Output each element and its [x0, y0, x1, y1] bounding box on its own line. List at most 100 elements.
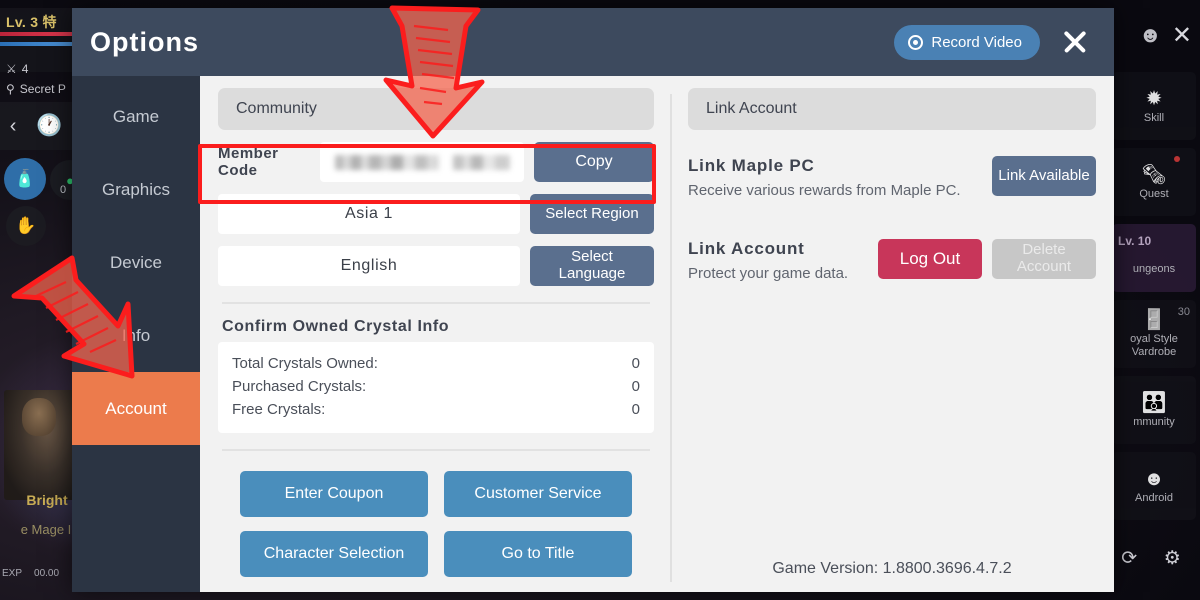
character-head	[22, 398, 56, 436]
record-video-label: Record Video	[931, 33, 1022, 51]
sidebar-item-label: Device	[110, 252, 162, 272]
rotate-icon[interactable]: ⟳	[1121, 547, 1137, 570]
back-chevron-icon[interactable]: ‹	[10, 115, 17, 138]
link-maple-pc-title: Link Maple PC	[688, 156, 815, 175]
hp-bar	[0, 32, 72, 36]
link-maple-pc-row: Link Maple PC Receive various rewards fr…	[688, 156, 1096, 199]
account-actions-grid: Enter Coupon Customer Service Character …	[218, 471, 654, 577]
column-divider	[670, 94, 672, 582]
sidebar-item-label: Quest	[1139, 187, 1169, 200]
sidebar-item-device[interactable]: Device	[72, 226, 200, 299]
go-to-title-button[interactable]: Go to Title	[444, 531, 632, 577]
enter-coupon-button[interactable]: Enter Coupon	[240, 471, 428, 517]
gear-icon[interactable]: ⚙	[1164, 547, 1181, 570]
link-account-title: Link Account	[688, 239, 805, 258]
sidebar-item-android[interactable]: ☻ Android	[1112, 452, 1196, 520]
mp-bar	[0, 42, 72, 46]
link-account-actions: Log Out Delete Account	[878, 239, 1096, 279]
crystal-value: 0	[631, 378, 640, 395]
crystal-label: Purchased Crystals:	[232, 378, 367, 395]
android-icon: ☻	[1143, 467, 1165, 490]
link-account-subtitle: Protect your game data.	[688, 265, 849, 282]
link-account-section-heading: Link Account	[688, 88, 1096, 130]
wardrobe-count-badge: 30	[1177, 306, 1190, 318]
hud-nav-group[interactable]: ‹ 🕐	[0, 102, 72, 150]
crystal-info-title: Confirm Owned Crystal Info	[222, 318, 450, 335]
sidebar-item-skill[interactable]: ✹ Skill	[1112, 72, 1196, 140]
sidebar-item-royal-style-wardrobe[interactable]: 30 🚪 oyal Style Vardrobe	[1112, 300, 1196, 368]
sidebar-item-info[interactable]: Info	[72, 299, 200, 372]
log-out-button[interactable]: Log Out	[878, 239, 982, 279]
table-row: Free Crystals: 0	[232, 398, 640, 421]
language-row: English Select Language	[218, 246, 654, 286]
sidebar-item-label: Account	[105, 398, 167, 418]
crystal-value: 0	[631, 355, 640, 372]
wardrobe-icon: 🚪	[1141, 309, 1167, 332]
exp-value: 00.00	[34, 568, 60, 579]
table-row: Purchased Crystals: 0	[232, 375, 640, 398]
clock-icon[interactable]: 🕐	[36, 114, 62, 138]
sidebar-item-game[interactable]: Game	[72, 80, 200, 153]
game-version-label: Game Version: 1.8800.3696.4.7.2	[772, 560, 1012, 577]
avatar-icon[interactable]: ☻	[1139, 22, 1162, 48]
character-selection-button[interactable]: Character Selection	[240, 531, 428, 577]
resource-count: 0	[60, 184, 67, 196]
map-pin-icon: ⚲	[6, 82, 15, 96]
exp-row: EXP 00.00	[2, 568, 59, 579]
hud-top-right-group[interactable]: ☻ ✕	[1108, 6, 1200, 64]
sidebar-item-graphics[interactable]: Graphics	[72, 153, 200, 226]
stat-count: 4	[21, 62, 29, 76]
potion-icon-button[interactable]: 🧴	[4, 158, 46, 200]
close-dialog-button[interactable]	[1058, 25, 1092, 59]
sidebar-item-label: Info	[121, 325, 151, 345]
hud-bottom-icons[interactable]: ⟳ ⚙	[1108, 538, 1194, 578]
link-account-row: Link Account Protect your game data. Log…	[688, 239, 1096, 282]
crystal-value: 0	[631, 401, 640, 418]
link-maple-pc-texts: Link Maple PC Receive various rewards fr…	[688, 156, 992, 199]
sidebar-item-label: Skill	[1143, 111, 1165, 124]
delete-account-button[interactable]: Delete Account	[992, 239, 1096, 279]
community-section-heading: Community	[218, 88, 654, 130]
notification-dot	[1174, 156, 1180, 162]
divider	[222, 449, 650, 451]
community-icon: 👪	[1141, 391, 1167, 414]
crystal-label: Total Crystals Owned:	[232, 355, 378, 372]
dialog-header: Options Record Video	[72, 8, 1114, 76]
sidebar-item-community[interactable]: 👪 mmunity	[1112, 376, 1196, 444]
settings-sidebar: Game Graphics Device Info Account	[72, 76, 200, 592]
sidebar-item-label: ungeons	[1132, 263, 1176, 275]
exp-label: EXP	[2, 568, 23, 579]
annotation-highlight-box	[198, 144, 656, 204]
crystal-info-box: Total Crystals Owned: 0 Purchased Crysta…	[218, 342, 654, 433]
quest-icon: 🗞	[1141, 163, 1167, 186]
customer-service-button[interactable]: Customer Service	[444, 471, 632, 517]
close-icon[interactable]: ✕	[1172, 21, 1192, 50]
options-dialog: Options Record Video Game Graphics Devic…	[72, 8, 1114, 592]
crossed-swords-icon: ⚔	[6, 62, 17, 76]
sidebar-item-label: Graphics	[101, 179, 171, 199]
record-video-button[interactable]: Record Video	[894, 24, 1040, 60]
select-language-button[interactable]: Select Language	[530, 246, 654, 286]
game-hud-left: Lv. 3 特 ⚔ 4 ⚲ Secret P ‹ 🕐 🧴 ● 0 ✋ Brigh…	[0, 0, 90, 600]
sidebar-item-account[interactable]: Account	[72, 372, 200, 445]
divider	[222, 302, 650, 304]
language-value: English	[218, 246, 520, 286]
crystal-label: Free Crystals:	[232, 401, 326, 418]
skill-icon: ✹	[1145, 87, 1163, 110]
link-available-button[interactable]: Link Available	[992, 156, 1096, 196]
link-maple-pc-subtitle: Receive various rewards from Maple PC.	[688, 182, 961, 199]
record-icon	[908, 34, 924, 50]
sidebar-item-dungeons[interactable]: Lv. 10 ungeons	[1112, 224, 1196, 292]
location-label: Secret P	[19, 82, 66, 96]
link-account-panel: Link Account Link Maple PC Receive vario…	[680, 88, 1104, 592]
page-title: Options	[90, 26, 199, 57]
location-row: ⚲ Secret P	[6, 82, 66, 96]
game-hud-right: ☻ ✕ ✹ Skill 🗞 Quest Lv. 10 ungeons 30 🚪 …	[1108, 0, 1200, 600]
table-row: Total Crystals Owned: 0	[232, 352, 640, 375]
stat-row: ⚔ 4	[6, 62, 28, 76]
sidebar-item-label: mmunity	[1133, 415, 1175, 428]
sidebar-item-quest[interactable]: 🗞 Quest	[1112, 148, 1196, 216]
link-maple-pc-actions: Link Available	[992, 156, 1096, 196]
player-level-label: Lv. 3 特	[6, 14, 57, 30]
hand-icon-button[interactable]: ✋	[6, 206, 46, 246]
